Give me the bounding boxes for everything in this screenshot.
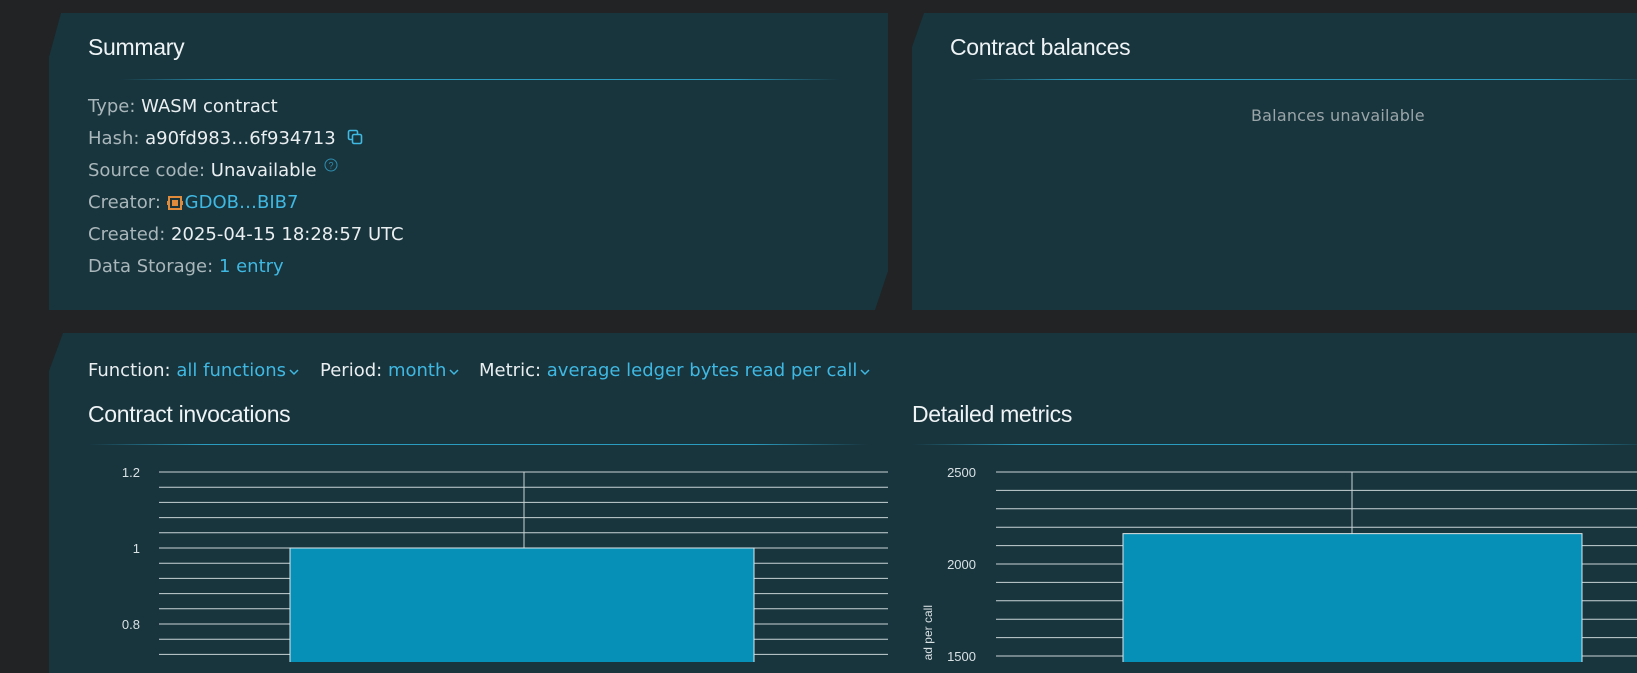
data-storage-label: Data Storage: <box>88 256 214 277</box>
y-tick-label: 1 <box>133 541 140 556</box>
data-storage-row: Data Storage: 1 entry <box>88 256 284 277</box>
chevron-down-icon[interactable] <box>288 361 300 382</box>
function-filter-label: Function: <box>88 360 171 381</box>
function-filter-value[interactable]: all functions <box>176 360 286 381</box>
source-code-value: Unavailable <box>210 160 317 181</box>
invocations-chart: 1.210.8s <box>122 465 888 662</box>
creator-avatar-icon <box>166 195 183 211</box>
help-icon[interactable]: ? <box>324 156 338 177</box>
metrics-chart: 2500 2000 1500 ad per call <box>921 465 1637 662</box>
hash-row: Hash: a90fd983…6f934713 <box>88 128 363 150</box>
metrics-title-divider <box>912 444 1637 445</box>
balances-title-divider <box>970 79 1637 80</box>
invocations-chart-title: Contract invocations <box>88 401 291 427</box>
created-label: Created: <box>88 224 166 245</box>
type-row: Type: WASM contract <box>88 96 278 117</box>
hash-value: a90fd983…6f934713 <box>145 128 336 149</box>
creator-link[interactable]: GDOB…BIB7 <box>185 192 299 213</box>
balances-empty-message: Balances unavailable <box>1251 106 1425 125</box>
summary-title-divider <box>120 79 840 80</box>
creator-row: Creator: GDOB…BIB7 <box>88 192 298 213</box>
metric-filter[interactable]: Metric: average ledger bytes read per ca… <box>479 360 871 382</box>
y-tick-label: 1.2 <box>122 465 140 480</box>
creator-label: Creator: <box>88 192 161 213</box>
metrics-chart-title: Detailed metrics <box>912 401 1073 427</box>
period-filter[interactable]: Period: month <box>320 360 460 382</box>
chevron-down-icon[interactable] <box>448 361 460 382</box>
hash-label: Hash: <box>88 128 140 149</box>
y-axis-label: ad per call <box>921 605 935 660</box>
y-tick-label: 2000 <box>947 557 976 572</box>
source-code-row: Source code: Unavailable ? <box>88 158 338 181</box>
summary-title: Summary <box>88 34 185 60</box>
bar <box>1122 533 1583 662</box>
chevron-down-icon[interactable] <box>859 361 871 382</box>
svg-text:?: ? <box>329 161 334 171</box>
created-value: 2025-04-15 18:28:57 UTC <box>171 224 404 245</box>
y-tick-label: 2500 <box>947 465 976 480</box>
metric-filter-label: Metric: <box>479 360 542 381</box>
y-tick-label: 0.8 <box>122 617 140 632</box>
y-tick-label: 1500 <box>947 649 976 662</box>
type-label: Type: <box>88 96 136 117</box>
metric-filter-value[interactable]: average ledger bytes read per call <box>547 360 858 381</box>
data-storage-link[interactable]: 1 entry <box>219 256 284 277</box>
period-filter-label: Period: <box>320 360 383 381</box>
function-filter[interactable]: Function: all functions <box>88 360 300 382</box>
created-row: Created: 2025-04-15 18:28:57 UTC <box>88 224 404 245</box>
balances-title: Contract balances <box>950 34 1131 60</box>
copy-icon[interactable] <box>347 129 363 150</box>
invocations-title-divider <box>88 444 868 445</box>
bar <box>289 547 755 662</box>
period-filter-value[interactable]: month <box>388 360 446 381</box>
type-value: WASM contract <box>141 96 278 117</box>
source-code-label: Source code: <box>88 160 206 181</box>
